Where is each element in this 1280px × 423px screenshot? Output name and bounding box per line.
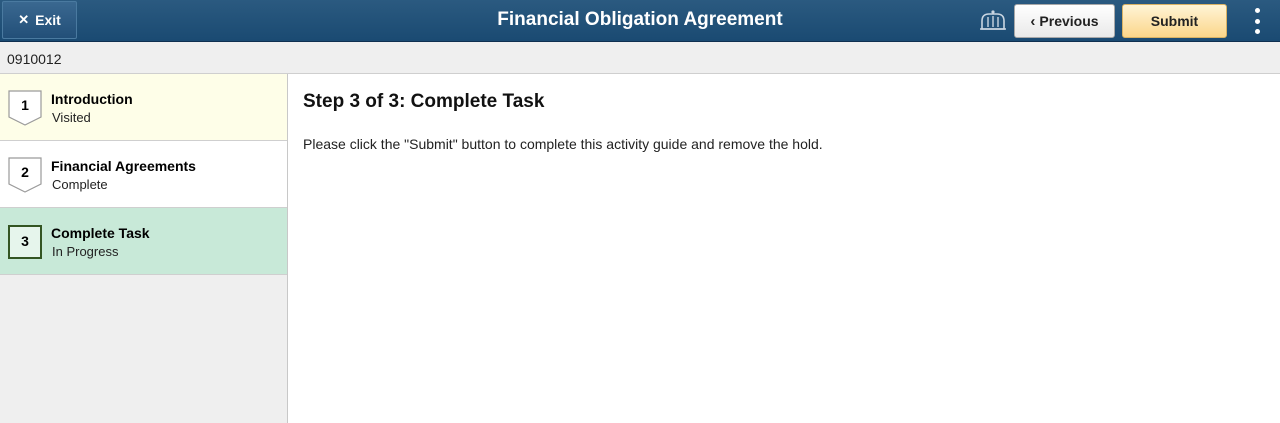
step-item-financial-agreements[interactable]: 2 Financial Agreements Complete	[0, 141, 287, 208]
step-title: Complete Task	[51, 225, 150, 241]
step-item-introduction[interactable]: 1 Introduction Visited	[0, 74, 287, 141]
step-status: Visited	[52, 110, 91, 125]
step-heading: Step 3 of 3: Complete Task	[303, 91, 545, 112]
submit-button[interactable]: Submit	[1122, 4, 1227, 38]
previous-label: Previous	[1039, 13, 1099, 29]
close-icon: ✕	[18, 12, 30, 27]
navbar-icon[interactable]	[979, 9, 1007, 33]
step-title: Introduction	[51, 91, 133, 107]
step-sidebar: 1 Introduction Visited 2 Financial Agree…	[0, 74, 288, 423]
step-status: In Progress	[52, 244, 119, 259]
header-bar: ✕ Exit Financial Obligation Agreement ‹ …	[0, 0, 1280, 42]
main-content: Step 3 of 3: Complete Task Please click …	[289, 74, 1280, 423]
chevron-left-icon: ‹	[1030, 12, 1036, 30]
step-status: Complete	[52, 177, 108, 192]
student-id-bar: 0910012	[0, 42, 1280, 74]
step-number: 3	[21, 233, 29, 249]
more-actions-icon[interactable]	[1245, 8, 1269, 34]
step-instructions: Please click the "Submit" button to comp…	[303, 136, 823, 152]
exit-label: Exit	[35, 12, 61, 28]
exit-button[interactable]: ✕ Exit	[2, 1, 77, 39]
step-number: 2	[21, 164, 29, 180]
step-title: Financial Agreements	[51, 158, 196, 174]
student-id: 0910012	[7, 51, 62, 67]
step-item-complete-task[interactable]: 3 Complete Task In Progress	[0, 208, 287, 275]
previous-button[interactable]: ‹ Previous	[1014, 4, 1115, 38]
step-number: 1	[21, 97, 29, 113]
